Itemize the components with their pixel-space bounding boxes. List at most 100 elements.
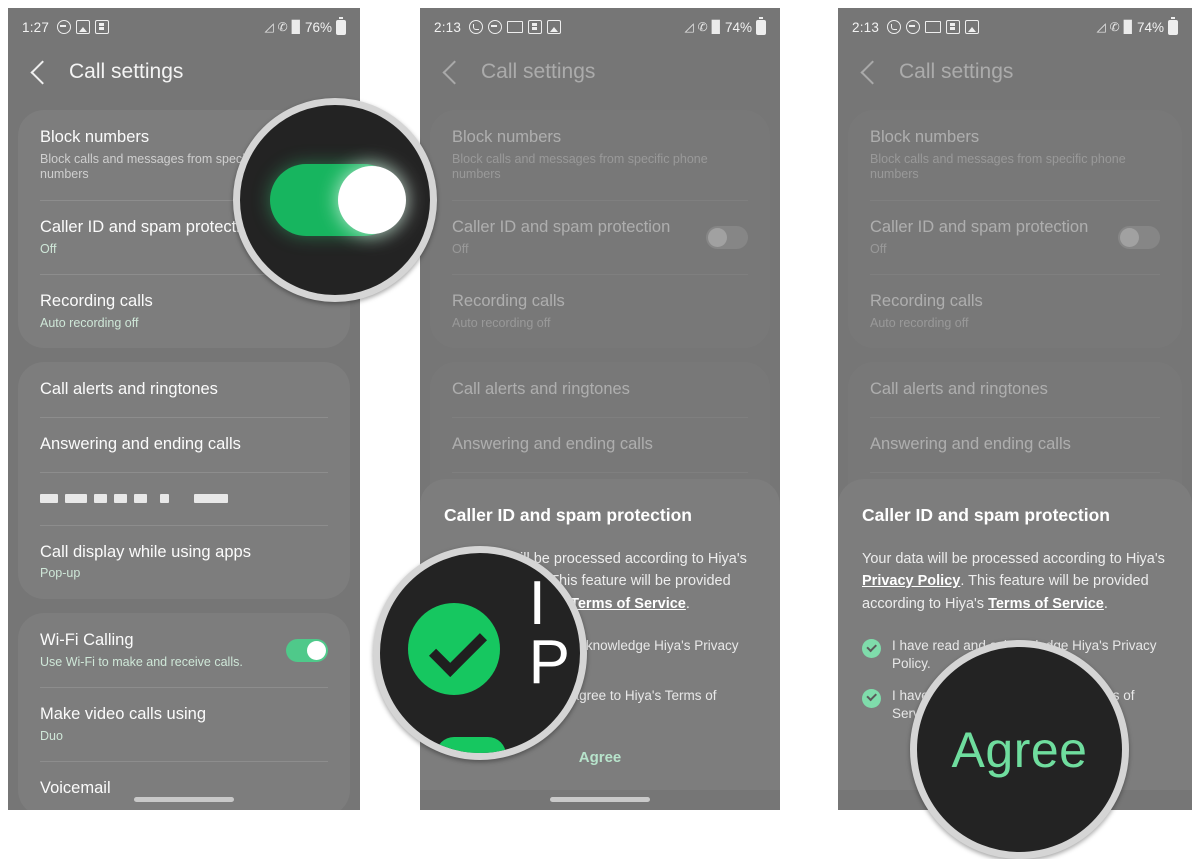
row-title: Recording calls xyxy=(870,292,983,311)
cellular-signal-icon: ▉ xyxy=(291,20,301,34)
sim-card-icon xyxy=(95,20,110,34)
caller-id-toggle[interactable] xyxy=(706,225,748,249)
image-icon xyxy=(76,20,91,34)
setting-row-answering-ending[interactable]: Answering and ending calls xyxy=(18,417,350,472)
sheet-title: Caller ID and spam protection xyxy=(444,504,692,525)
wifi-icon: ◿ xyxy=(1096,20,1106,34)
setting-row-wifi-calling[interactable]: Wi-Fi Calling Use Wi-Fi to make and rece… xyxy=(18,613,350,687)
cellular-signal-icon: ▉ xyxy=(711,20,721,34)
setting-row-call-alerts[interactable]: Call alerts and ringtones xyxy=(18,362,350,417)
terms-of-service-link[interactable]: Terms of Service xyxy=(988,596,1104,612)
do-not-disturb-icon xyxy=(57,20,72,34)
battery-percent: 74% xyxy=(1136,19,1164,35)
status-bar-right-2: ◿ ✆ ▉ 74% xyxy=(684,17,766,35)
row-subtitle: Off xyxy=(452,241,469,256)
status-bar-left-3: 2:13 xyxy=(852,19,980,35)
setting-row-redacted[interactable] xyxy=(18,471,350,525)
magnifier-agree: Agree xyxy=(910,640,1129,859)
row-subtitle: Block calls and messages from specific p… xyxy=(870,151,1126,182)
agree-button-magnified[interactable]: Agree xyxy=(952,721,1088,779)
status-bar-3: 2:13 ◿ ✆ ▉ 74% xyxy=(838,8,1192,46)
row-title: Answering and ending calls xyxy=(452,435,653,453)
row-title: Call alerts and ringtones xyxy=(452,380,630,399)
sheet-title: Caller ID and spam protection xyxy=(862,504,1110,525)
setting-row-answering-ending[interactable]: Answering and ending calls xyxy=(848,417,1182,472)
sim-card-icon xyxy=(946,20,961,34)
row-title: Block numbers xyxy=(870,128,980,146)
battery-icon xyxy=(336,17,346,35)
setting-row-call-display[interactable]: Call display while using apps Pop-up xyxy=(18,524,350,599)
settings-card-1: Block numbers Block calls and messages f… xyxy=(430,110,770,349)
privacy-policy-link[interactable]: Privacy Policy xyxy=(862,573,960,589)
wifi-calling-toggle[interactable] xyxy=(286,638,328,662)
toggle-knob xyxy=(307,640,326,660)
setting-row-recording-calls[interactable]: Recording calls Auto recording off xyxy=(430,274,770,348)
laptop-icon xyxy=(925,21,942,33)
setting-row-voicemail[interactable]: Voicemail xyxy=(18,761,350,810)
row-subtitle: Block calls and messages from specific p… xyxy=(452,151,708,182)
caller-id-toggle[interactable] xyxy=(1118,225,1160,249)
check-circle-icon-magnified[interactable] xyxy=(408,603,500,695)
do-not-disturb-icon xyxy=(906,20,921,34)
status-bar-left-2: 2:13 xyxy=(434,20,562,35)
home-indicator[interactable] xyxy=(134,797,234,802)
battery-icon xyxy=(1168,17,1178,35)
call-signal-icon: ✆ xyxy=(277,20,288,34)
caller-id-toggle-magnified[interactable] xyxy=(270,164,406,236)
cellular-signal-icon: ▉ xyxy=(1123,20,1133,34)
row-title: Make video calls using xyxy=(40,705,206,724)
back-chevron-icon[interactable] xyxy=(30,59,55,85)
call-signal-icon: ✆ xyxy=(697,20,708,34)
row-title: Recording calls xyxy=(452,292,565,311)
row-subtitle: Auto recording off xyxy=(40,315,139,330)
wifi-icon: ◿ xyxy=(684,20,694,34)
toggle-knob xyxy=(708,227,727,247)
terms-of-service-link[interactable]: Terms of Service xyxy=(570,596,686,612)
status-bar-right-1: ◿ ✆ ▉ 76% xyxy=(264,17,346,35)
sim-card-icon xyxy=(528,20,543,34)
status-time: 1:27 xyxy=(22,19,50,35)
status-bar-left-1: 1:27 xyxy=(22,19,110,35)
page-title: Call settings xyxy=(69,60,184,83)
magnifier-toggle xyxy=(233,98,437,302)
whatsapp-icon xyxy=(469,20,484,34)
setting-row-recording-calls[interactable]: Recording calls Auto recording off xyxy=(848,274,1182,348)
dimmed-content-3: Call settings Block numbers Block calls … xyxy=(838,46,1192,527)
setting-row-video-calls[interactable]: Make video calls using Duo xyxy=(18,687,350,761)
home-indicator[interactable] xyxy=(550,797,650,802)
toggle-knob xyxy=(1120,227,1139,247)
check-circle-icon xyxy=(862,688,881,708)
image-icon xyxy=(547,20,562,34)
whatsapp-icon xyxy=(887,20,902,34)
dimmed-content-2: Call settings Block numbers Block calls … xyxy=(420,46,780,527)
back-chevron-icon[interactable] xyxy=(442,59,467,85)
setting-row-block-numbers[interactable]: Block numbers Block calls and messages f… xyxy=(430,110,770,200)
setting-row-caller-id[interactable]: Caller ID and spam protection Off xyxy=(430,199,770,274)
sheet-body: Your data will be processed according to… xyxy=(862,548,1168,615)
sheet-body-part-0: Your data will be processed according to… xyxy=(862,550,1165,567)
magnifier-checkbox-content: IP xyxy=(380,553,580,753)
row-title: Call display while using apps xyxy=(40,542,251,561)
row-subtitle: Use Wi-Fi to make and receive calls. xyxy=(40,654,243,669)
app-bar-1: Call settings xyxy=(8,46,360,110)
row-subtitle: Off xyxy=(870,241,887,256)
setting-row-caller-id[interactable]: Caller ID and spam protection Off xyxy=(848,199,1182,274)
settings-card-2: Call alerts and ringtones Answering and … xyxy=(18,362,350,599)
settings-card-1: Block numbers Block calls and messages f… xyxy=(848,110,1182,349)
status-bar-right-3: ◿ ✆ ▉ 74% xyxy=(1096,17,1178,35)
status-time: 2:13 xyxy=(852,19,880,35)
app-bar-3: Call settings xyxy=(838,46,1192,110)
back-chevron-icon[interactable] xyxy=(860,59,885,85)
setting-row-call-alerts[interactable]: Call alerts and ringtones xyxy=(430,362,770,417)
image-icon xyxy=(965,20,980,34)
check-circle-icon xyxy=(862,639,881,659)
setting-row-call-alerts[interactable]: Call alerts and ringtones xyxy=(848,362,1182,417)
setting-row-answering-ending[interactable]: Answering and ending calls xyxy=(430,417,770,472)
setting-row-block-numbers[interactable]: Block numbers Block calls and messages f… xyxy=(848,110,1182,200)
row-title: Voicemail xyxy=(40,779,111,798)
sheet-body-part-4: . xyxy=(1103,595,1108,612)
laptop-icon xyxy=(507,21,524,33)
status-bar-1: 1:27 ◿ ✆ ▉ 76% xyxy=(8,8,360,46)
sheet-body-part-4: . xyxy=(685,595,690,612)
row-subtitle: Pop-up xyxy=(40,566,81,581)
